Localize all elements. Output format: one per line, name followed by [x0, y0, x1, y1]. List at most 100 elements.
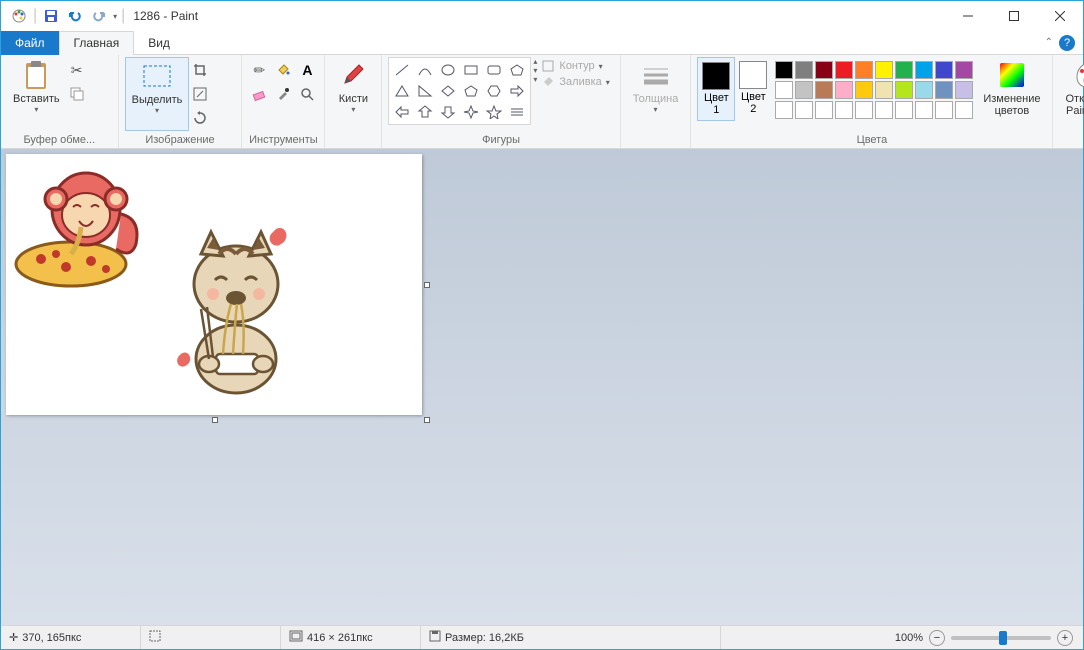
palette-swatch[interactable] [855, 81, 873, 99]
shapes-gallery[interactable] [388, 57, 531, 125]
shape-diamond-icon[interactable] [437, 81, 459, 101]
shape-outline-button[interactable]: Контур ▾ [541, 59, 609, 73]
edit-colors-button[interactable]: Изменение цветов [977, 57, 1046, 131]
palette-swatch[interactable] [775, 61, 793, 79]
paint-window: | ▾ | 1286 - Paint Файл Главная Вид ⌃ ? [0, 0, 1084, 650]
shape-star5-icon[interactable] [483, 102, 505, 122]
brushes-button[interactable]: Кисти ▾ [331, 57, 375, 131]
color2-swatch [739, 61, 767, 89]
palette-swatch[interactable] [895, 101, 913, 119]
text-icon[interactable]: A [296, 59, 318, 81]
shape-arrow-left-icon[interactable] [391, 102, 413, 122]
color2-button[interactable]: Цвет 2 [735, 57, 771, 119]
tab-file[interactable]: Файл [1, 31, 59, 55]
palette-swatch[interactable] [835, 81, 853, 99]
help-icon[interactable]: ? [1059, 35, 1075, 51]
size-button[interactable]: Толщина ▾ [627, 57, 685, 131]
palette-swatch[interactable] [875, 81, 893, 99]
group-paint3d: Открыть Paint 3D [1053, 55, 1084, 148]
shape-line-icon[interactable] [391, 60, 413, 80]
palette-swatch[interactable] [775, 81, 793, 99]
palette-swatch[interactable] [815, 101, 833, 119]
qat-dropdown-icon[interactable]: ▾ [113, 12, 117, 21]
shape-rectangle-icon[interactable] [460, 60, 482, 80]
palette-swatch[interactable] [935, 101, 953, 119]
resize-handle-bottom[interactable] [212, 417, 218, 423]
palette-swatch[interactable] [855, 101, 873, 119]
palette-swatch[interactable] [955, 101, 973, 119]
palette-swatch[interactable] [875, 101, 893, 119]
palette-swatch[interactable] [955, 61, 973, 79]
palette-swatch[interactable] [775, 101, 793, 119]
cut-icon[interactable]: ✂ [66, 59, 88, 81]
shape-triangle-icon[interactable] [391, 81, 413, 101]
resize-icon[interactable] [189, 83, 211, 105]
tab-view[interactable]: Вид [134, 31, 184, 55]
canvas-area[interactable] [1, 149, 1083, 625]
collapse-ribbon-icon[interactable]: ⌃ [1045, 37, 1053, 48]
save-icon[interactable] [41, 6, 61, 26]
undo-icon[interactable] [65, 6, 85, 26]
palette-swatch[interactable] [895, 61, 913, 79]
shape-arrow-right-icon[interactable] [506, 81, 528, 101]
shape-arrow-down-icon[interactable] [437, 102, 459, 122]
canvas-dimensions: 416 × 261пкс [281, 626, 421, 649]
zoom-in-button[interactable]: + [1057, 630, 1073, 646]
shape-rounded-rect-icon[interactable] [483, 60, 505, 80]
resize-handle-right[interactable] [424, 282, 430, 288]
eraser-icon[interactable] [248, 83, 270, 105]
monkey-pizza-sticker [11, 159, 141, 299]
palette-swatch[interactable] [895, 81, 913, 99]
shape-polygon-icon[interactable] [506, 60, 528, 80]
shape-right-triangle-icon[interactable] [414, 81, 436, 101]
palette-swatch[interactable] [815, 61, 833, 79]
tab-home[interactable]: Главная [59, 31, 135, 55]
palette-swatch[interactable] [935, 81, 953, 99]
pencil-icon[interactable]: ✏ [248, 59, 270, 81]
fill-icon[interactable] [272, 59, 294, 81]
shape-more-icon[interactable] [506, 102, 528, 122]
palette-swatch[interactable] [835, 61, 853, 79]
resize-handle-corner[interactable] [424, 417, 430, 423]
paste-button[interactable]: Вставить ▾ [7, 57, 66, 131]
select-button[interactable]: Выделить ▾ [125, 57, 190, 131]
palette-swatch[interactable] [955, 81, 973, 99]
palette-swatch[interactable] [795, 81, 813, 99]
palette-swatch[interactable] [795, 61, 813, 79]
shape-pentagon-icon[interactable] [460, 81, 482, 101]
minimize-button[interactable] [945, 1, 991, 31]
shape-oval-icon[interactable] [437, 60, 459, 80]
rotate-icon[interactable] [189, 107, 211, 129]
cursor-position: ✛ 370, 165пкс [1, 626, 141, 649]
palette-swatch[interactable] [915, 81, 933, 99]
paint3d-button[interactable]: Открыть Paint 3D [1059, 57, 1084, 131]
magnifier-icon[interactable] [296, 83, 318, 105]
shape-curve-icon[interactable] [414, 60, 436, 80]
palette-swatch[interactable] [855, 61, 873, 79]
zoom-controls: 100% − + [895, 630, 1083, 646]
palette-swatch[interactable] [795, 101, 813, 119]
crop-icon[interactable] [189, 59, 211, 81]
maximize-button[interactable] [991, 1, 1037, 31]
palette-swatch[interactable] [835, 101, 853, 119]
palette-swatch[interactable] [815, 81, 833, 99]
select-rectangle-icon [141, 60, 173, 92]
close-button[interactable] [1037, 1, 1083, 31]
color1-button[interactable]: Цвет 1 [697, 57, 735, 121]
palette-swatch[interactable] [915, 61, 933, 79]
palette-swatch[interactable] [915, 101, 933, 119]
copy-icon[interactable] [66, 83, 88, 105]
palette-swatch[interactable] [875, 61, 893, 79]
shape-hexagon-icon[interactable] [483, 81, 505, 101]
palette-swatch[interactable] [935, 61, 953, 79]
color-picker-icon[interactable] [272, 83, 294, 105]
shape-fill-button[interactable]: Заливка ▾ [541, 75, 609, 89]
cat-noodles-sticker [161, 214, 311, 404]
zoom-out-button[interactable]: − [929, 630, 945, 646]
shape-arrow-up-icon[interactable] [414, 102, 436, 122]
group-brushes: Кисти ▾ [325, 55, 382, 148]
redo-icon[interactable] [89, 6, 109, 26]
shape-star4-icon[interactable] [460, 102, 482, 122]
zoom-slider[interactable] [951, 636, 1051, 640]
canvas[interactable] [6, 154, 422, 415]
